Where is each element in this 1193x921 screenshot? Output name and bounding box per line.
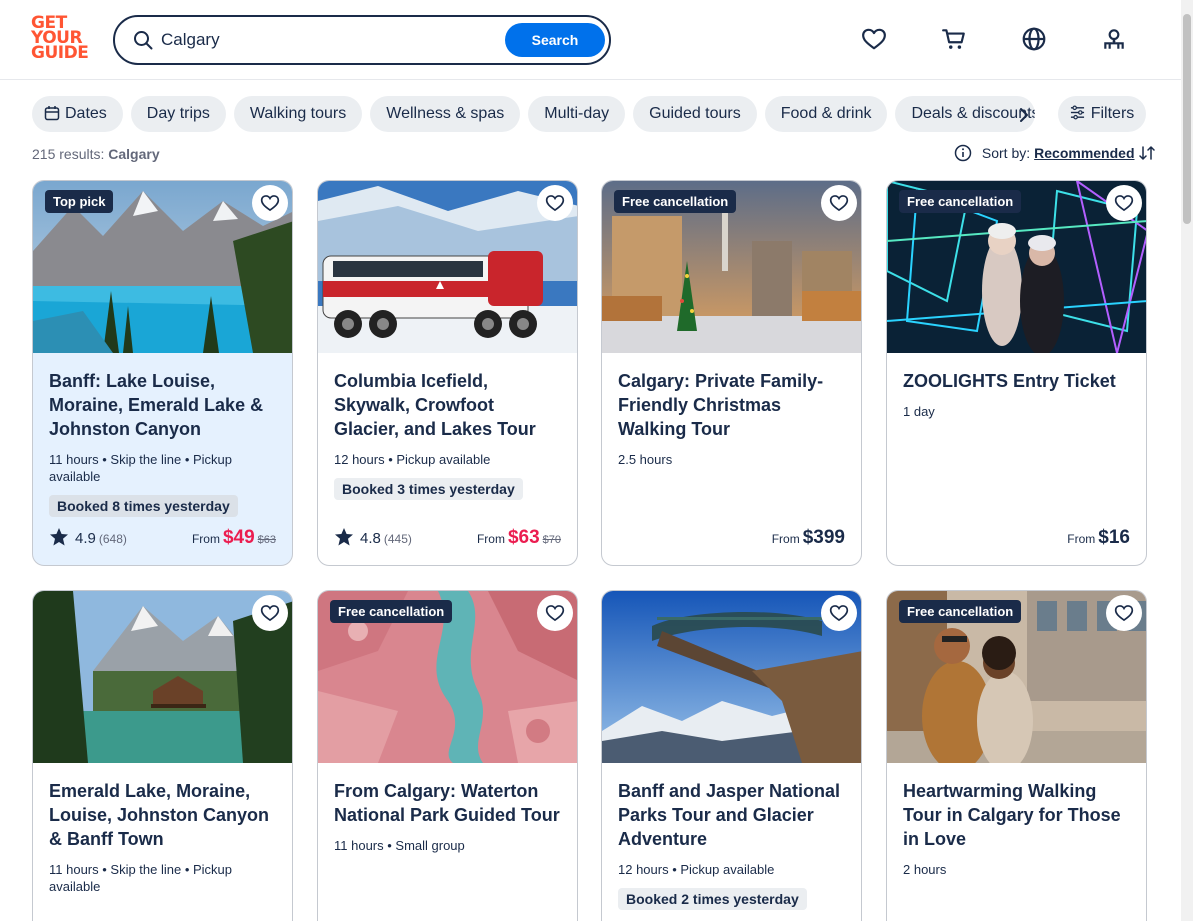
heart-icon xyxy=(260,605,280,622)
chip-wellness-spas[interactable]: Wellness & spas xyxy=(370,96,521,132)
activity-card[interactable]: Top pick Banff: Lake Louise, Moraine, Em… xyxy=(32,180,293,566)
activity-card[interactable]: Free cancellation From Calgary: Waterton… xyxy=(317,590,578,921)
card-tag: Free cancellation xyxy=(330,600,453,623)
chip-walking-tours[interactable]: Walking tours xyxy=(233,96,363,132)
wishlist-button[interactable] xyxy=(537,185,573,221)
activity-card[interactable]: Emerald Lake, Moraine, Louise, Johnston … xyxy=(32,590,293,921)
chip-day-trips[interactable]: Day trips xyxy=(130,96,226,132)
booked-badge: Booked 2 times yesterday xyxy=(618,888,807,910)
heart-icon[interactable] xyxy=(861,26,887,52)
card-title[interactable]: Columbia Icefield, Skywalk, Crowfoot Gla… xyxy=(334,369,561,441)
chip-dates[interactable]: Dates xyxy=(32,96,123,132)
chip-multi-day[interactable]: Multi-day xyxy=(528,96,626,132)
card-meta: 11 hours • Skip the line • Pickup availa… xyxy=(49,452,233,484)
scrollbar-thumb[interactable] xyxy=(1183,14,1191,224)
booked-badge: Booked 3 times yesterday xyxy=(334,478,523,500)
wishlist-button[interactable] xyxy=(537,595,573,631)
activity-card[interactable]: Columbia Icefield, Skywalk, Crowfoot Gla… xyxy=(317,180,578,566)
heart-icon xyxy=(1114,605,1134,622)
card-image-emerald-lake[interactable] xyxy=(33,591,292,763)
card-meta: 11 hours • Skip the line • Pickup availa… xyxy=(49,862,233,894)
card-image-lake-moraine[interactable]: Top pick xyxy=(33,181,292,353)
search-icon xyxy=(134,31,153,50)
card-meta: 12 hours • Pickup available xyxy=(334,452,491,467)
star-icon xyxy=(335,528,353,546)
wishlist-button[interactable] xyxy=(821,185,857,221)
booked-badge: Booked 8 times yesterday xyxy=(49,495,238,517)
filter-chips: Dates Day trips Walking tours Wellness & sp… xyxy=(32,96,1042,132)
activity-card[interactable]: Banff and Jasper National Parks Tour and… xyxy=(601,590,862,921)
card-image-zoolights[interactable]: Free cancellation xyxy=(887,181,1146,356)
globe-icon[interactable] xyxy=(1021,26,1047,52)
sort-control[interactable]: Sort by: Recommended xyxy=(954,144,1156,162)
card-rating: 4.8 (445) xyxy=(334,527,412,547)
card-title[interactable]: Emerald Lake, Moraine, Louise, Johnston … xyxy=(49,779,276,851)
wishlist-button[interactable] xyxy=(1106,185,1142,221)
wishlist-button[interactable] xyxy=(1106,595,1142,631)
card-price: From $399 xyxy=(771,527,845,548)
wishlist-button[interactable] xyxy=(252,595,288,631)
wishlist-button[interactable] xyxy=(252,185,288,221)
card-image-skywalk[interactable] xyxy=(602,591,861,763)
calendar-icon xyxy=(44,106,60,121)
logo[interactable]: GET YOUR GUIDE xyxy=(31,15,91,64)
card-title[interactable]: Heartwarming Walking Tour in Calgary for… xyxy=(903,779,1130,851)
card-rating: 4.9 (648) xyxy=(49,527,127,547)
results-count: 215 results: Calgary xyxy=(32,146,160,162)
search-input[interactable] xyxy=(161,27,491,53)
card-image-waterton[interactable]: Free cancellation xyxy=(318,591,577,763)
card-image-calgary-christmas[interactable]: Free cancellation xyxy=(602,181,861,353)
heart-icon xyxy=(829,605,849,622)
card-meta: 12 hours • Pickup available xyxy=(618,862,775,877)
card-title[interactable]: Banff: Lake Louise, Moraine, Emerald Lak… xyxy=(49,369,276,441)
chip-guided-tours[interactable]: Guided tours xyxy=(633,96,757,132)
activity-card[interactable]: Free cancellation Heartwarming Walking T… xyxy=(886,590,1147,921)
card-meta: 2.5 hours xyxy=(618,452,673,467)
cart-icon[interactable] xyxy=(941,26,967,52)
heart-icon xyxy=(260,195,280,212)
card-price: From $16 xyxy=(1067,527,1130,548)
page-scrollbar[interactable] xyxy=(1181,0,1193,921)
profile-icon[interactable] xyxy=(1101,26,1127,52)
chip-food-drink[interactable]: Food & drink xyxy=(764,96,888,132)
sliders-icon xyxy=(1070,105,1084,120)
card-meta: 11 hours • Small group xyxy=(334,838,465,853)
chevron-right-icon[interactable] xyxy=(1012,103,1036,127)
search-bar: Search xyxy=(113,15,611,65)
card-image-ice-explorer[interactable] xyxy=(318,181,577,353)
card-title[interactable]: ZOOLIGHTS Entry Ticket xyxy=(903,369,1130,393)
heart-icon xyxy=(829,195,849,212)
activity-card[interactable]: Free cancellation Calgary: Private Famil… xyxy=(601,180,862,566)
sort-value[interactable]: Recommended xyxy=(1034,145,1134,161)
heart-icon xyxy=(1114,195,1134,212)
card-meta: 1 day xyxy=(903,404,935,419)
wishlist-button[interactable] xyxy=(821,595,857,631)
header: GET YOUR GUIDE Search xyxy=(0,0,1193,80)
card-price: From $63 $70 xyxy=(476,527,561,548)
star-icon xyxy=(50,528,68,546)
activity-card[interactable]: Free cancellation ZOOLIGHTS Entry Ticket… xyxy=(886,180,1147,566)
card-meta: 2 hours xyxy=(903,862,947,877)
card-tag: Free cancellation xyxy=(614,190,737,213)
search-button[interactable]: Search xyxy=(505,23,605,57)
card-tag: Free cancellation xyxy=(899,600,1022,623)
card-price: From $49 $63 xyxy=(191,527,276,548)
card-title[interactable]: From Calgary: Waterton National Park Gui… xyxy=(334,779,561,827)
heart-icon xyxy=(545,605,565,622)
card-image-walking-love[interactable]: Free cancellation xyxy=(887,591,1146,771)
card-tag: Top pick xyxy=(45,190,114,213)
sort-arrows-icon[interactable] xyxy=(1138,144,1156,162)
heart-icon xyxy=(545,195,565,212)
info-icon[interactable] xyxy=(954,144,972,162)
card-title[interactable]: Calgary: Private Family-Friendly Christm… xyxy=(618,369,845,441)
card-tag: Free cancellation xyxy=(899,190,1022,213)
filters-button[interactable]: Filters xyxy=(1058,96,1146,132)
card-title[interactable]: Banff and Jasper National Parks Tour and… xyxy=(618,779,845,851)
